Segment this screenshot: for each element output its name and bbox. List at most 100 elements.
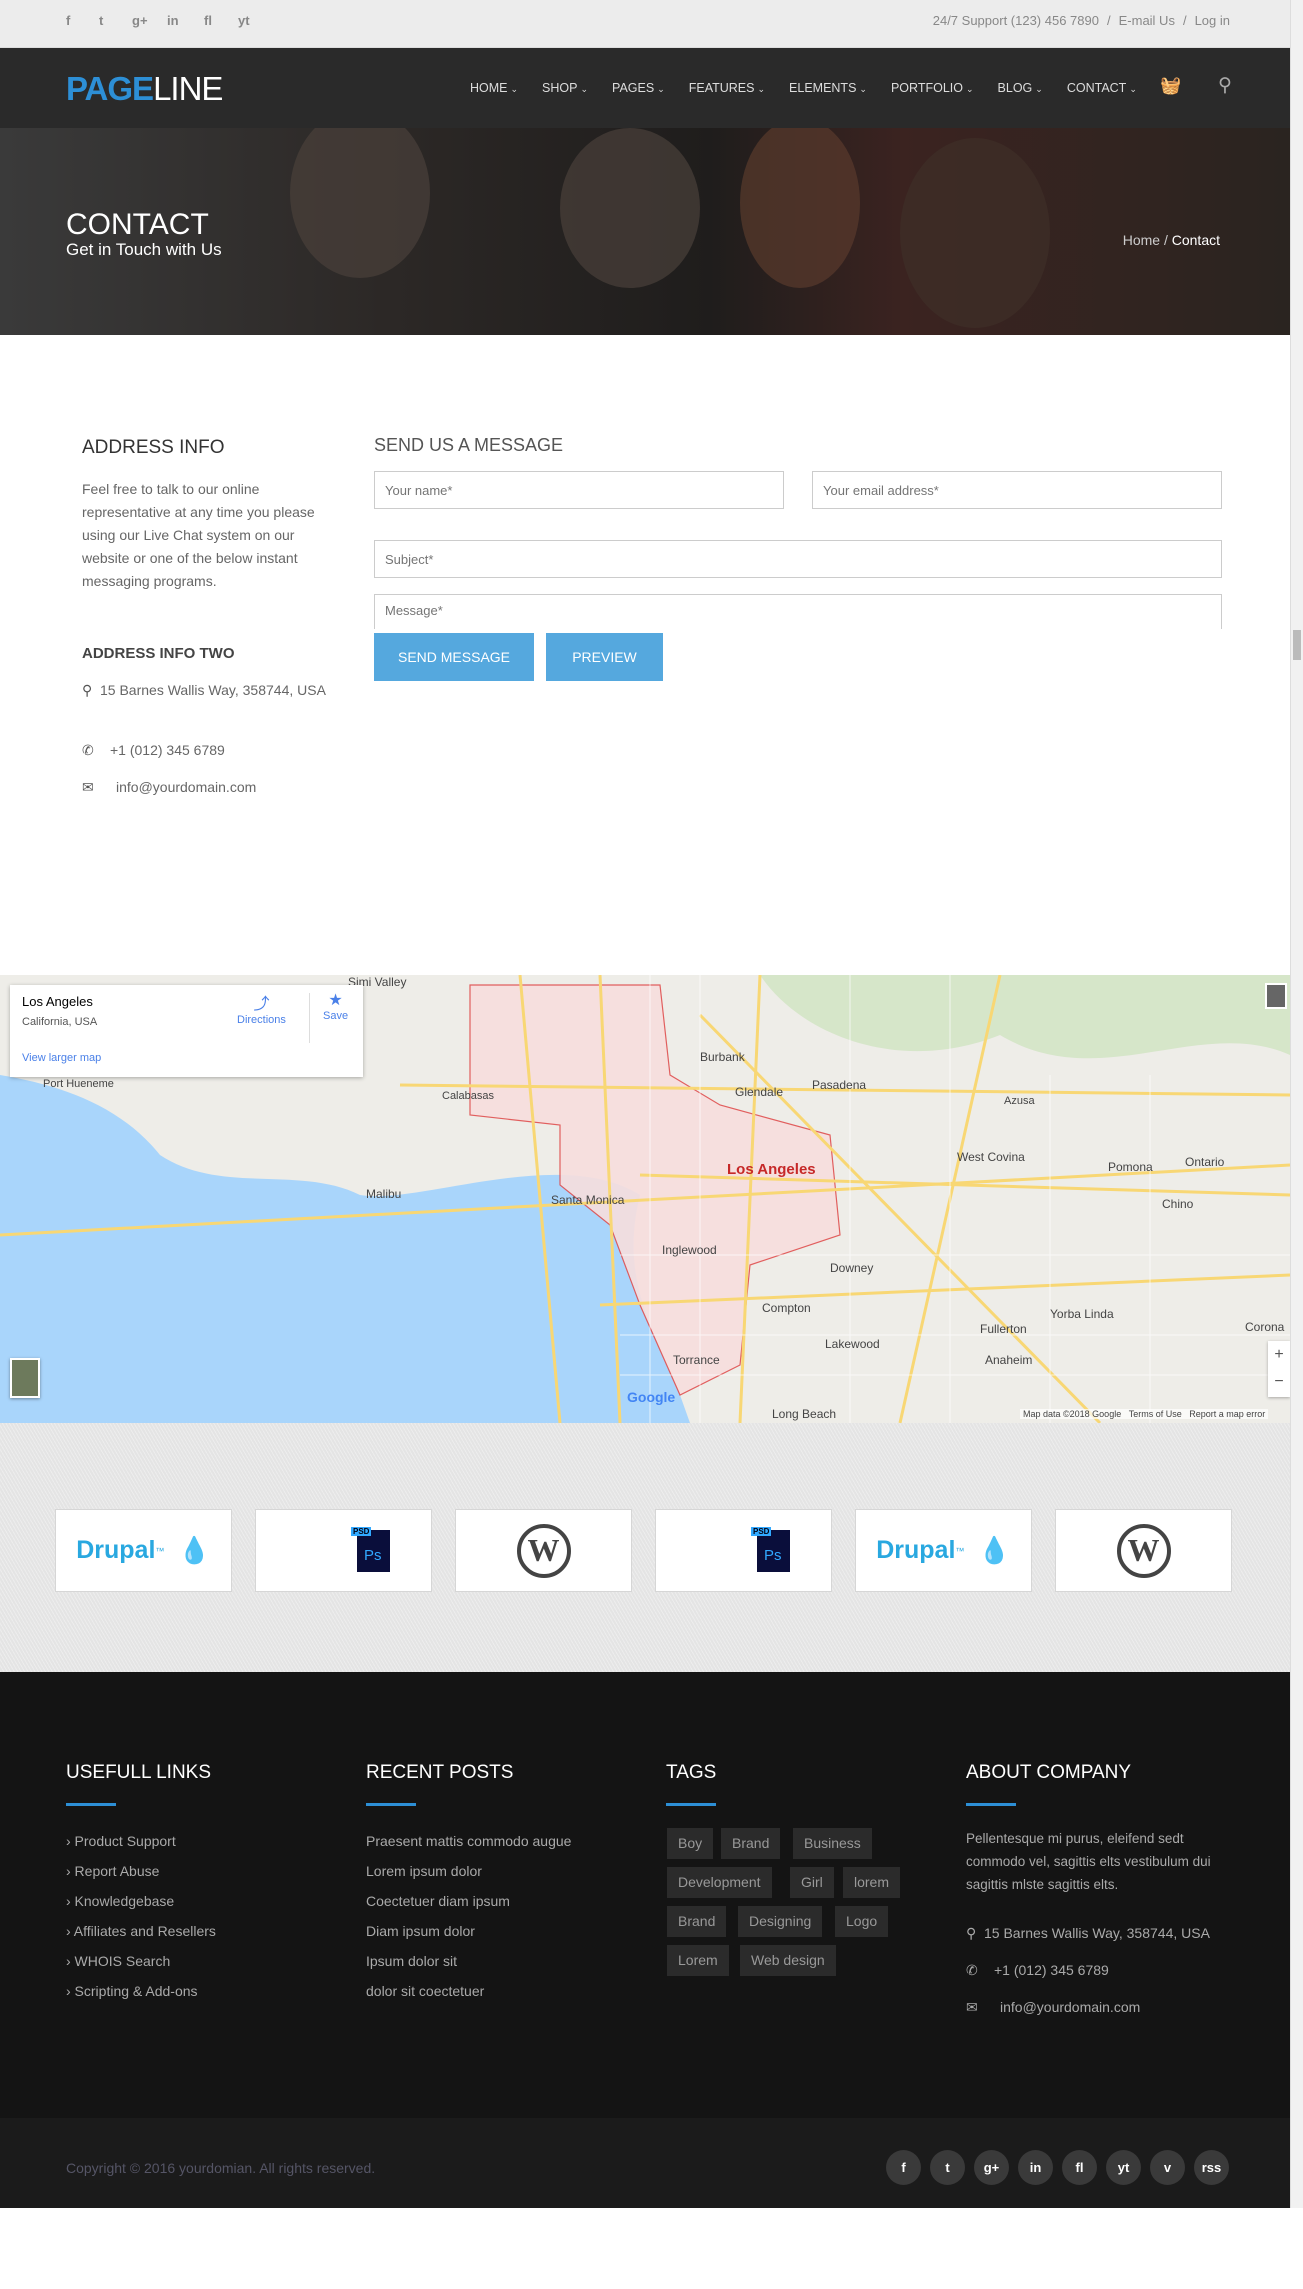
recent-posts-title: RECENT POSTS — [366, 1762, 514, 1783]
tag[interactable]: Designing — [738, 1906, 823, 1937]
nav-contact[interactable]: CONTACT ⌄ — [1067, 81, 1137, 95]
tag[interactable]: Lorem — [667, 1945, 729, 1976]
google-plus-icon[interactable]: g+ — [974, 2150, 1009, 2185]
terms-link[interactable]: Terms of Use — [1129, 1409, 1182, 1419]
map-label: Santa Monica — [551, 1193, 625, 1207]
footer-link[interactable]: › WHOIS Search — [66, 1953, 170, 1969]
zoom-out-button[interactable]: − — [1268, 1368, 1290, 1395]
vimeo-icon[interactable]: v — [1150, 2150, 1185, 2185]
tag[interactable]: Brand — [721, 1828, 781, 1859]
tag[interactable]: Web design — [740, 1945, 836, 1976]
search-icon[interactable]: ⚲ — [1218, 74, 1232, 97]
breadcrumb-current: Contact — [1171, 232, 1220, 248]
nav-home[interactable]: HOME ⌄ — [470, 81, 518, 95]
tag[interactable]: Logo — [835, 1906, 889, 1937]
linkedin-icon[interactable]: in — [167, 13, 179, 28]
twitter-icon[interactable]: t — [930, 2150, 965, 2185]
map-label: Calabasas — [442, 1090, 494, 1102]
nav-blog[interactable]: BLOG ⌄ — [998, 81, 1043, 95]
email-us-link[interactable]: E-mail Us — [1119, 13, 1175, 28]
flickr-icon[interactable]: fl — [204, 13, 212, 28]
psd-logo[interactable]: PSD Ps — [255, 1509, 432, 1592]
zoom-in-button[interactable]: + — [1268, 1341, 1290, 1368]
map-label: Corona — [1245, 1320, 1285, 1334]
useful-links-title: USEFULL LINKS — [66, 1762, 212, 1783]
cart-icon[interactable]: 🧺 — [1160, 76, 1181, 96]
recent-post-link[interactable]: Diam ipsum dolor — [366, 1923, 475, 1939]
place-name: Los Angeles — [22, 994, 93, 1009]
map-label: Port Hueneme — [43, 1078, 114, 1090]
email-input[interactable] — [812, 471, 1222, 509]
preview-button[interactable]: PREVIEW — [546, 633, 663, 681]
map-label: Ontario — [1185, 1155, 1225, 1169]
drupal-logo[interactable]: Drupal ™ 💧 — [55, 1509, 232, 1592]
footer-link[interactable]: › Scripting & Add-ons — [66, 1983, 198, 1999]
tag[interactable]: Boy — [667, 1828, 714, 1859]
tags-title: TAGS — [666, 1762, 717, 1783]
footer-link[interactable]: › Knowledgebase — [66, 1893, 174, 1909]
nav-features[interactable]: FEATURES ⌄ — [689, 81, 765, 95]
recent-post-link[interactable]: Praesent mattis commodo augue — [366, 1833, 571, 1849]
youtube-icon[interactable]: yt — [1106, 2150, 1141, 2185]
support-phone: 24/7 Support (123) 456 7890 — [932, 13, 1099, 28]
footer-link[interactable]: › Product Support — [66, 1833, 176, 1849]
directions-button[interactable]: ⤴ Directions — [237, 990, 286, 1026]
facebook-icon[interactable]: f — [886, 2150, 921, 2185]
tag[interactable]: lorem — [843, 1867, 901, 1898]
tag[interactable]: Development — [667, 1867, 772, 1898]
google-plus-icon[interactable]: g+ — [132, 13, 148, 28]
google-map[interactable]: Simi Valley Burbank Glendale Pasadena Lo… — [0, 975, 1290, 1423]
map-marker-icon: ⚲ — [82, 682, 93, 698]
client-logos: Drupal ™ 💧 PSD Ps W PSD Ps Drupal ™ 💧 W — [0, 1423, 1290, 1672]
name-input[interactable] — [374, 471, 784, 509]
wordpress-logo[interactable]: W — [455, 1509, 632, 1592]
logo[interactable]: PAGELINE — [66, 70, 223, 108]
chevron-down-icon: ⌄ — [1129, 84, 1137, 94]
flickr-icon[interactable]: fl — [1062, 2150, 1097, 2185]
satellite-toggle[interactable] — [10, 1358, 40, 1398]
chevron-down-icon: ⌄ — [965, 84, 974, 94]
wordpress-logo[interactable]: W — [1055, 1509, 1232, 1592]
map-label: Azusa — [1004, 1095, 1035, 1107]
breadcrumb-home[interactable]: Home — [1123, 232, 1160, 248]
map-label: Compton — [762, 1301, 811, 1315]
save-button[interactable]: ★ Save — [323, 990, 348, 1022]
send-message-button[interactable]: SEND MESSAGE — [374, 633, 534, 681]
nav-shop[interactable]: SHOP ⌄ — [542, 81, 588, 95]
tag[interactable]: Girl — [790, 1867, 834, 1898]
message-textarea[interactable] — [374, 594, 1222, 629]
map-label: Burbank — [700, 1050, 745, 1064]
drupal-logo[interactable]: Drupal ™ 💧 — [855, 1509, 1032, 1592]
recent-post-link[interactable]: Lorem ipsum dolor — [366, 1863, 482, 1879]
drupal-drop-icon: 💧 — [178, 1535, 211, 1565]
chevron-down-icon: ⌄ — [859, 84, 867, 94]
psd-logo[interactable]: PSD Ps — [655, 1509, 832, 1592]
recent-post-link[interactable]: Ipsum dolor sit — [366, 1953, 457, 1969]
breadcrumb: Home / Contact — [1122, 232, 1220, 248]
tag[interactable]: Business — [793, 1828, 872, 1859]
chevron-down-icon: ⌄ — [580, 84, 589, 94]
recent-post-link[interactable]: dolor sit coectetuer — [366, 1983, 484, 1999]
page-scrollbar[interactable] — [1290, 0, 1303, 2208]
login-link[interactable]: Log in — [1195, 13, 1230, 28]
recent-post-link[interactable]: Coectetuer diam ipsum — [366, 1893, 510, 1909]
twitter-icon[interactable]: t — [99, 13, 103, 28]
nav-elements[interactable]: ELEMENTS ⌄ — [789, 81, 867, 95]
map-label: Lakewood — [825, 1337, 880, 1351]
nav-portfolio[interactable]: PORTFOLIO ⌄ — [891, 81, 974, 95]
footer-email[interactable]: ✉ info@yourdomain.com — [966, 1999, 1140, 2016]
tag[interactable]: Brand — [667, 1906, 727, 1937]
nav-pages[interactable]: PAGES ⌄ — [612, 81, 665, 95]
report-error-link[interactable]: Report a map error — [1189, 1409, 1265, 1419]
address-email[interactable]: ✉ info@yourdomain.com — [82, 776, 256, 799]
subject-input[interactable] — [374, 540, 1222, 578]
footer-link[interactable]: › Affiliates and Resellers — [66, 1923, 216, 1939]
youtube-icon[interactable]: yt — [238, 13, 250, 28]
footer-link[interactable]: › Report Abuse — [66, 1863, 159, 1879]
facebook-icon[interactable]: f — [66, 13, 70, 28]
linkedin-icon[interactable]: in — [1018, 2150, 1053, 2185]
street-view-pegman[interactable] — [1265, 983, 1287, 1009]
view-larger-map-link[interactable]: View larger map — [22, 1052, 101, 1064]
rss-icon[interactable]: rss — [1194, 2150, 1229, 2185]
address-info-two-title: ADDRESS INFO TWO — [82, 645, 235, 662]
